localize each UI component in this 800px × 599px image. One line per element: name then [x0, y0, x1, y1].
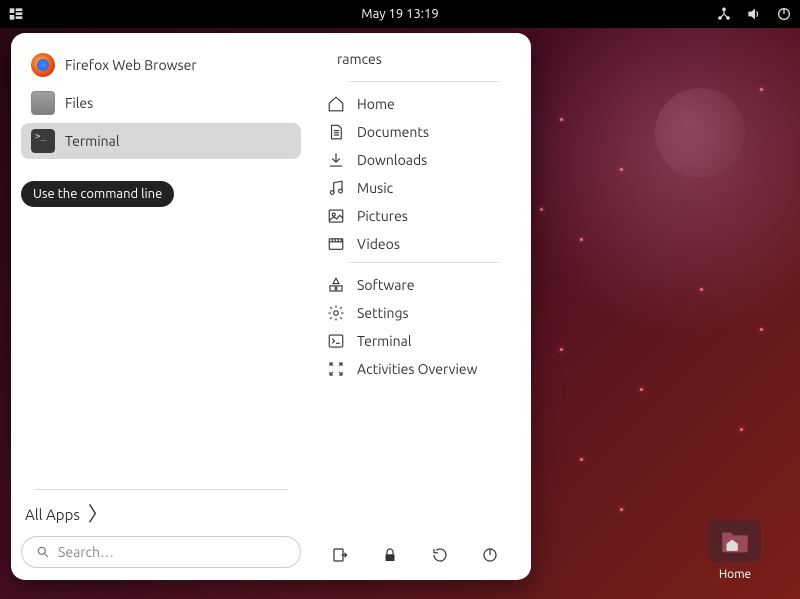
logout-button[interactable] — [329, 544, 351, 566]
desktop-home-label: Home — [700, 568, 770, 581]
place-home[interactable]: Home — [319, 90, 519, 118]
all-apps-label: All Apps — [25, 506, 80, 523]
side-pane: ramces Home Documents Downloads Music Pi… — [311, 33, 531, 580]
place-downloads[interactable]: Downloads — [319, 146, 519, 174]
search-box[interactable] — [21, 536, 301, 568]
place-pictures[interactable]: Pictures — [319, 202, 519, 230]
side-label: Videos — [357, 236, 400, 252]
divider — [35, 489, 287, 490]
shortcut-settings[interactable]: Settings — [319, 299, 519, 327]
volume-icon[interactable] — [746, 6, 762, 22]
power-tray-icon[interactable] — [776, 6, 792, 22]
side-label: Home — [357, 96, 395, 112]
divider — [349, 262, 499, 263]
firefox-icon — [31, 53, 55, 77]
top-bar: May 19 13:19 — [0, 0, 800, 28]
app-tooltip: Use the command line — [21, 181, 174, 207]
place-music[interactable]: Music — [319, 174, 519, 202]
search-icon — [36, 545, 50, 559]
power-icon — [481, 546, 499, 564]
app-terminal[interactable]: Terminal — [21, 123, 301, 159]
place-documents[interactable]: Documents — [319, 118, 519, 146]
apps-pane: Firefox Web Browser Files Terminal Use t… — [11, 33, 311, 580]
side-label: Documents — [357, 124, 429, 140]
app-label: Files — [65, 95, 93, 111]
username-label: ramces — [337, 51, 382, 67]
session-buttons — [319, 536, 519, 568]
side-label: Downloads — [357, 152, 427, 168]
shortcut-terminal[interactable]: Terminal — [319, 327, 519, 355]
terminal-shortcut-icon — [327, 332, 345, 350]
restart-icon — [431, 546, 449, 564]
terminal-icon — [31, 129, 55, 153]
side-label: Activities Overview — [357, 361, 477, 377]
lock-icon — [381, 546, 399, 564]
shortcut-software[interactable]: Software — [319, 271, 519, 299]
network-icon[interactable] — [716, 6, 732, 22]
restart-button[interactable] — [429, 544, 451, 566]
document-icon — [327, 123, 345, 141]
folder-icon — [709, 520, 761, 562]
clock[interactable]: May 19 13:19 — [361, 7, 438, 21]
side-label: Music — [357, 180, 393, 196]
activities-icon — [327, 360, 345, 378]
pictures-icon — [327, 207, 345, 225]
wallpaper-moon — [655, 88, 745, 178]
side-label: Pictures — [357, 208, 408, 224]
home-icon — [327, 95, 345, 113]
search-input[interactable] — [58, 544, 286, 560]
divider — [349, 81, 499, 82]
videos-icon — [327, 235, 345, 253]
side-label: Settings — [357, 305, 409, 321]
files-icon — [31, 91, 55, 115]
app-label: Terminal — [65, 133, 120, 149]
app-files[interactable]: Files — [21, 85, 301, 121]
logout-icon — [331, 546, 349, 564]
side-label: Software — [357, 277, 414, 293]
arc-menu: Firefox Web Browser Files Terminal Use t… — [11, 33, 531, 580]
user-button[interactable]: ramces — [319, 47, 519, 77]
desktop-home-folder[interactable]: Home — [700, 520, 770, 581]
power-button[interactable] — [479, 544, 501, 566]
app-firefox[interactable]: Firefox Web Browser — [21, 47, 301, 83]
music-icon — [327, 179, 345, 197]
arcmenu-tray-icon[interactable] — [8, 6, 24, 22]
app-label: Firefox Web Browser — [65, 57, 197, 73]
place-videos[interactable]: Videos — [319, 230, 519, 258]
download-icon — [327, 151, 345, 169]
software-icon — [327, 276, 345, 294]
chevron-right-icon: 〉 — [88, 504, 108, 524]
settings-icon — [327, 304, 345, 322]
side-label: Terminal — [357, 333, 412, 349]
shortcut-activities[interactable]: Activities Overview — [319, 355, 519, 383]
lock-button[interactable] — [379, 544, 401, 566]
all-apps-button[interactable]: All Apps 〉 — [21, 500, 301, 536]
